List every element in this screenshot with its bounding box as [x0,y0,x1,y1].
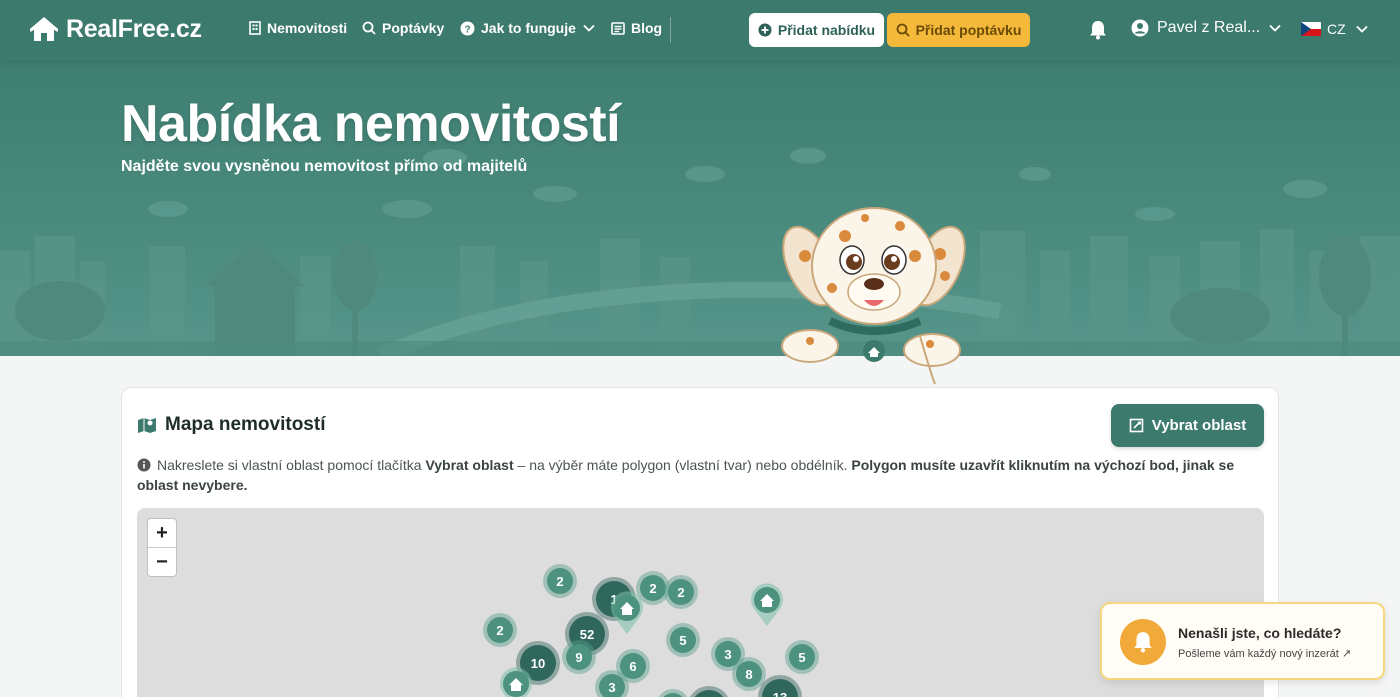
building-icon [249,21,261,35]
map-hint-text-1: Nakreslete si vlastní oblast pomocí tlač… [157,457,426,473]
add-demand-label: Přidat poptávku [915,22,1022,38]
nav-link-jak-to-funguje[interactable]: ? Jak to funguje [460,20,595,36]
zoom-out-button[interactable]: − [148,548,176,577]
property-pin-marker[interactable] [747,580,787,628]
hero-banner: Nabídka nemovitostí Najděte svou vysněno… [0,61,1400,356]
select-area-button[interactable]: Vybrat oblast [1111,404,1264,447]
map-cluster-marker[interactable]: 5 [785,640,819,674]
map-hint-text-2: – na výběr máte polygon (vlastní tvar) n… [513,457,852,473]
cluster-count: 8 [736,661,762,687]
newspaper-icon [611,21,625,35]
zoom-control: + − [147,518,177,577]
chevron-down-icon [583,24,595,32]
map-cluster-marker[interactable]: 2 [483,613,517,647]
bell-icon [1090,21,1106,40]
home-logo-icon [30,17,58,41]
nav-divider [670,17,671,43]
search-icon [362,21,376,35]
chevron-down-icon [1356,25,1368,33]
nav-link-nemovitosti[interactable]: Nemovitosti [249,20,347,36]
svg-text:?: ? [464,24,470,35]
nav-link-label: Poptávky [382,20,445,36]
toast-subtitle: Pošleme vám každý nový inzerát ↗ [1178,648,1352,660]
brand-logo[interactable]: RealFree.cz [30,15,202,44]
cluster-count: 3 [599,674,625,697]
hero-subtitle: Najděte svou vysněnou nemovitost přímo o… [121,158,528,175]
plus-circle-icon [758,23,772,37]
map-cluster-marker[interactable]: 3 [595,670,629,697]
hero-title: Nabídka nemovitostí [121,95,621,153]
map-icon [138,418,156,433]
cluster-count: 2 [547,568,573,594]
map-cluster-marker[interactable]: 5 [666,623,700,657]
map-hint: Nakreslete si vlastní oblast pomocí tlač… [137,455,1267,495]
language-code: CZ [1327,21,1346,37]
cluster-count: 13 [762,679,798,697]
add-offer-label: Přidat nabídku [777,22,876,38]
cluster-count: 5 [670,627,696,653]
bell-icon [1134,632,1152,653]
czech-flag-icon [1301,22,1321,36]
brand-name: RealFree.cz [66,15,202,43]
toast-title: Nenašli jste, co hledáte? [1178,625,1342,641]
user-menu[interactable]: Pavel z Real... [1131,19,1281,37]
select-area-label: Vybrat oblast [1151,417,1247,434]
draw-area-icon [1129,418,1144,433]
map-cluster-marker[interactable]: 2 [543,564,577,598]
nav-link-label: Jak to funguje [481,20,576,36]
map-cluster-marker[interactable]: 9 [562,640,596,674]
zoom-in-button[interactable]: + [148,519,176,548]
map-hint-bold-1: Vybrat oblast [425,457,514,473]
user-circle-icon [1131,19,1149,37]
language-switcher[interactable]: CZ [1301,21,1368,37]
map-cluster-marker[interactable] [687,686,731,697]
cluster-count: 2 [668,579,694,605]
question-circle-icon: ? [460,21,475,35]
toast-bell-badge [1120,619,1166,665]
search-icon [896,23,910,37]
cluster-count [691,690,727,697]
add-demand-button[interactable]: Přidat poptávku [887,13,1030,47]
notifications-button[interactable] [1089,20,1107,45]
nav-link-poptavky[interactable]: Poptávky [362,20,444,36]
saved-search-toast[interactable]: Nenašli jste, co hledáte? Pošleme vám ka… [1100,602,1385,680]
map-section-title-text: Mapa nemovitostí [165,414,326,435]
property-map[interactable]: + − 2 1 2 2 2 52 5 10 9 6 3 8 5 3 13 [137,508,1264,697]
map-section-title: Mapa nemovitostí [137,414,325,436]
user-name: Pavel z Real... [1157,19,1261,36]
dalmatian-mascot-image [781,207,966,385]
map-cluster-marker[interactable] [656,689,690,697]
cluster-count: 2 [487,617,513,643]
cluster-count: 9 [566,644,592,670]
map-cluster-marker[interactable]: 2 [664,575,698,609]
nav-link-label: Blog [631,20,663,36]
cluster-count [660,693,686,697]
add-offer-button[interactable]: Přidat nabídku [749,13,884,47]
cluster-count: 5 [789,644,815,670]
nav-link-label: Nemovitosti [267,20,348,36]
property-pin-marker[interactable] [496,664,536,697]
info-icon [137,458,151,472]
top-navbar: RealFree.cz Nemovitosti Poptávky ? Jak t… [0,0,1400,61]
chevron-down-icon [1269,24,1281,32]
property-pin-marker[interactable] [607,588,647,636]
nav-link-blog[interactable]: Blog [611,20,662,36]
